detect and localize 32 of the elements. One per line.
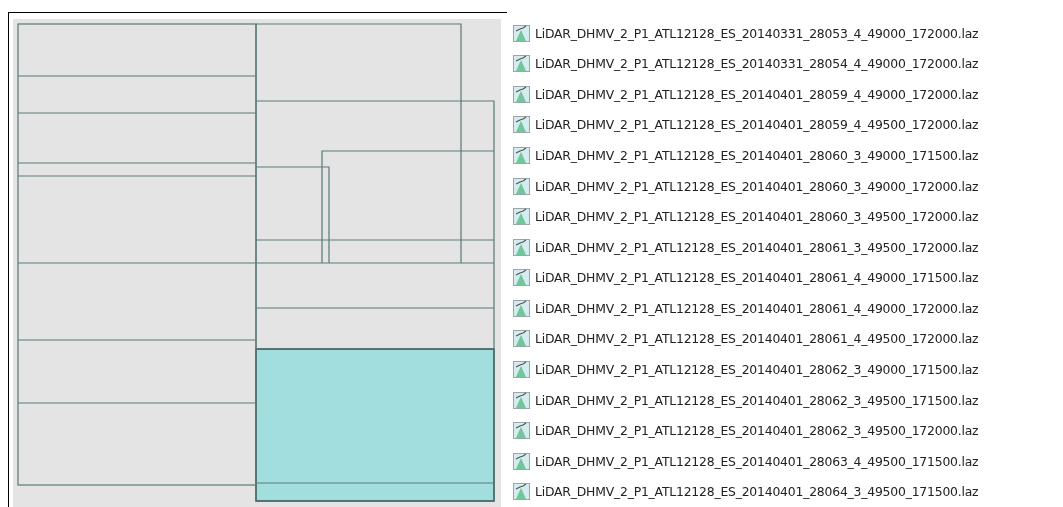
point-cloud-file-icon [513,299,530,317]
file-name[interactable]: LiDAR_DHMV_2_P1_ATL12128_ES_20140401_28061_4_49000_172000.laz [535,300,979,316]
point-cloud-file-icon [513,116,530,134]
file-name[interactable]: LiDAR_DHMV_2_P1_ATL12128_ES_20140401_28062_3_49500_172000.laz [535,423,979,439]
point-cloud-file-icon [513,391,530,409]
file-name[interactable]: LiDAR_DHMV_2_P1_ATL12128_ES_20140401_28059_4_49000_172000.laz [535,86,979,102]
file-name[interactable]: LiDAR_DHMV_2_P1_ATL12128_ES_20140331_28053_4_49000_172000.laz [535,25,979,41]
file-name[interactable]: LiDAR_DHMV_2_P1_ATL12128_ES_20140401_28062_3_49500_171500.laz [535,392,979,408]
point-cloud-file-icon [513,360,530,378]
point-cloud-file-icon [513,422,530,440]
file-name[interactable]: LiDAR_DHMV_2_P1_ATL12128_ES_20140401_28059_4_49500_172000.laz [535,117,979,133]
point-cloud-file-icon [513,238,530,256]
point-cloud-file-icon [513,208,530,226]
point-cloud-file-icon [513,55,530,73]
file-name[interactable]: LiDAR_DHMV_2_P1_ATL12128_ES_20140401_28060_3_49000_171500.laz [535,148,979,164]
file-name[interactable]: LiDAR_DHMV_2_P1_ATL12128_ES_20140401_28063_4_49500_171500.laz [535,453,979,469]
point-cloud-file-icon [513,24,530,42]
file-name[interactable]: LiDAR_DHMV_2_P1_ATL12128_ES_20140401_28060_3_49500_172000.laz [535,209,979,225]
point-cloud-file-icon [513,483,530,501]
file-name[interactable]: LiDAR_DHMV_2_P1_ATL12128_ES_20140331_28054_4_49000_172000.laz [535,56,979,72]
file-name[interactable]: LiDAR_DHMV_2_P1_ATL12128_ES_20140401_28061_3_49500_172000.laz [535,239,979,255]
file-name[interactable]: LiDAR_DHMV_2_P1_ATL12128_ES_20140401_28061_4_49500_172000.laz [535,331,979,347]
point-cloud-file-icon [513,177,530,195]
point-cloud-file-icon [513,452,530,470]
point-cloud-file-icon [513,269,530,287]
file-name[interactable]: LiDAR_DHMV_2_P1_ATL12128_ES_20140401_28061_4_49000_171500.laz [535,270,979,286]
point-cloud-file-icon [513,147,530,165]
file-name[interactable]: LiDAR_DHMV_2_P1_ATL12128_ES_20140401_28060_3_49000_172000.laz [535,178,979,194]
file-name[interactable]: LiDAR_DHMV_2_P1_ATL12128_ES_20140401_28062_3_49000_171500.laz [535,361,979,377]
point-cloud-file-icon [513,330,530,348]
point-cloud-file-icon [513,85,530,103]
file-name[interactable]: LiDAR_DHMV_2_P1_ATL12128_ES_20140401_28064_3_49500_171500.laz [535,484,979,500]
